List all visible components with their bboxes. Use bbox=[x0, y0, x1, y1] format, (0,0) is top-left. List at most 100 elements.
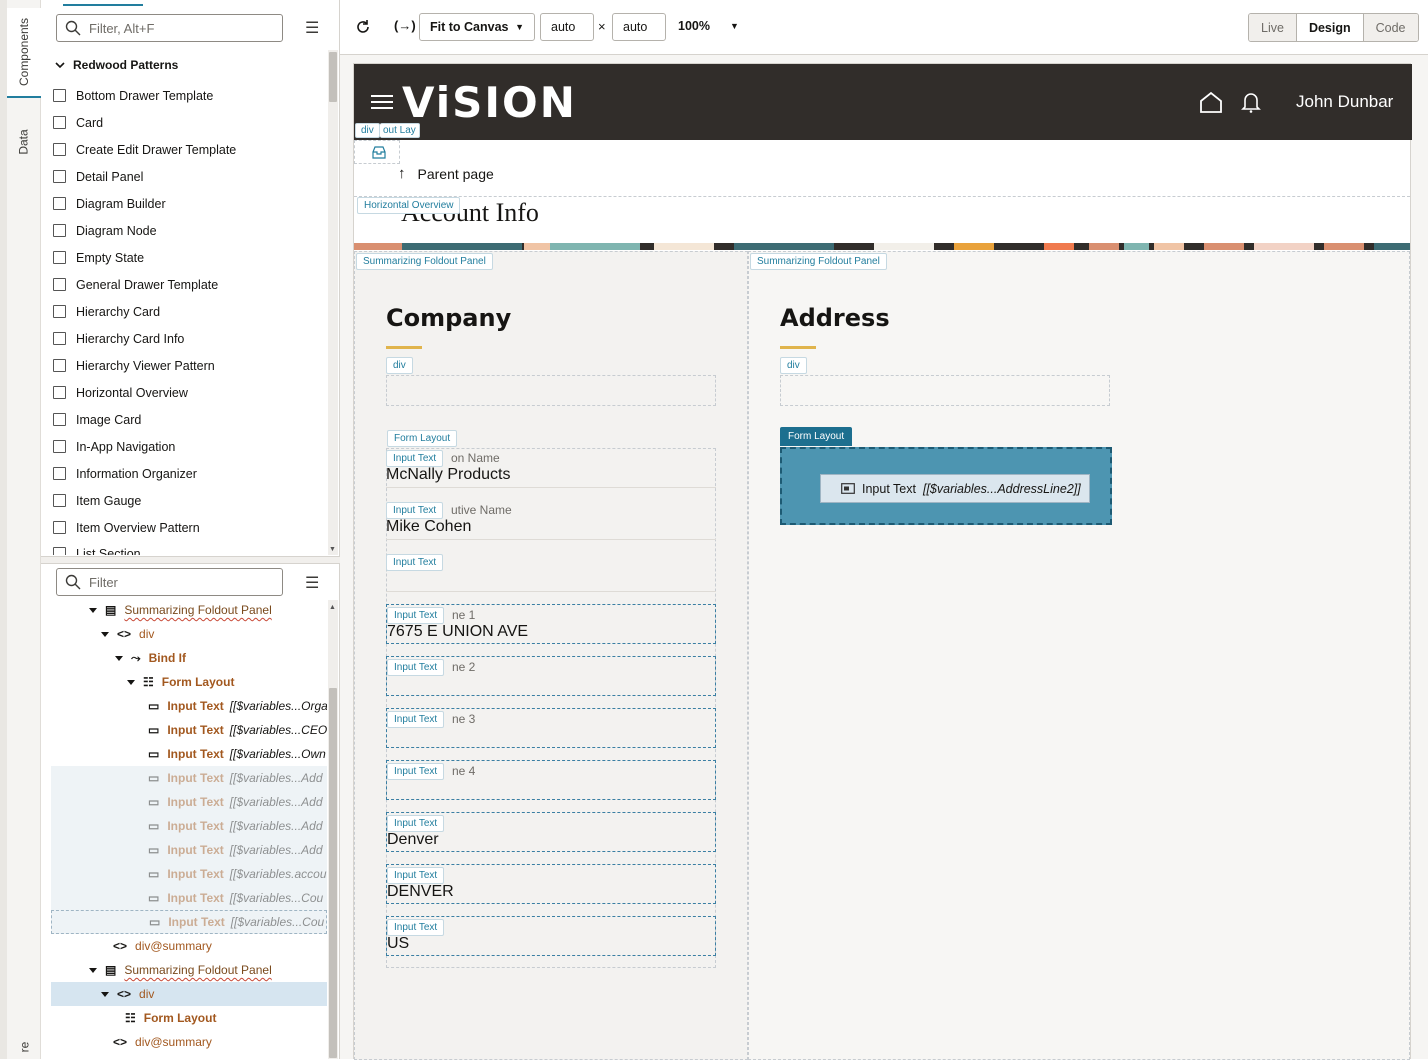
component-item[interactable]: Card bbox=[53, 109, 103, 136]
component-item[interactable]: Diagram Node bbox=[53, 217, 157, 244]
hamburger-menu-icon[interactable]: ☰ bbox=[305, 18, 319, 38]
component-item[interactable]: Create Edit Drawer Template bbox=[53, 136, 236, 163]
structure-scroll-thumb[interactable] bbox=[329, 688, 337, 1058]
mode-code[interactable]: Code bbox=[1363, 14, 1418, 41]
tree-row[interactable]: ▤ Summarizing Foldout Panel bbox=[51, 958, 327, 982]
company-input-text[interactable]: Input Text DENVER bbox=[386, 864, 716, 904]
company-input-text[interactable]: Input Text ne 2 bbox=[386, 656, 716, 696]
input-text-chip[interactable]: Input Text bbox=[387, 711, 445, 728]
tree-row[interactable]: <> div@summary bbox=[51, 1030, 327, 1054]
tree-row[interactable]: ⤳ Bind If bbox=[51, 646, 327, 670]
horizontal-overview-chip[interactable]: Horizontal Overview bbox=[357, 197, 461, 214]
input-text-chip[interactable]: Input Text bbox=[386, 502, 444, 519]
component-item[interactable]: Diagram Builder bbox=[53, 190, 166, 217]
tree-row[interactable]: ▭ Input Text [[$variables...Add bbox=[51, 766, 327, 790]
user-name[interactable]: John Dunbar bbox=[1296, 92, 1393, 112]
tree-row[interactable]: ▭ Input Text [[$variables...Cou bbox=[51, 886, 327, 910]
tree-row[interactable]: ▭ Input Text [[$variables...Add bbox=[51, 814, 327, 838]
company-input-text[interactable]: Input Text utive Name Mike Cohen bbox=[386, 500, 716, 540]
zoom-dropdown[interactable]: 100% ▼ bbox=[678, 19, 739, 33]
address-div-slot[interactable] bbox=[780, 375, 1110, 406]
hamburger-icon[interactable] bbox=[371, 94, 393, 115]
component-filter-input[interactable]: Filter, Alt+F bbox=[56, 14, 283, 42]
company-input-text[interactable]: Input Text bbox=[386, 552, 716, 592]
component-item[interactable]: Hierarchy Card Info bbox=[53, 325, 184, 352]
inbox-slot[interactable] bbox=[354, 140, 400, 164]
input-text-chip[interactable]: Input Text bbox=[387, 607, 445, 624]
structure-scrollbar[interactable]: ▲ bbox=[328, 600, 338, 1059]
address-form-layout-chip[interactable]: Form Layout bbox=[780, 427, 853, 446]
tree-row[interactable]: <> div@summary bbox=[51, 934, 327, 958]
tree-row[interactable]: ▭ Input Text [[$variables...Add bbox=[51, 790, 327, 814]
tree-row[interactable]: ☷ Form Layout bbox=[51, 670, 327, 694]
redwood-patterns-group[interactable]: Redwood Patterns bbox=[55, 58, 178, 72]
chevron-down-icon[interactable] bbox=[115, 655, 123, 661]
component-item[interactable]: Information Organizer bbox=[53, 460, 197, 487]
structure-filter-input[interactable]: Filter bbox=[56, 568, 283, 596]
company-div-slot[interactable] bbox=[386, 375, 716, 406]
refresh-icon[interactable] bbox=[354, 18, 372, 41]
company-div-chip[interactable]: div bbox=[386, 357, 413, 374]
company-form-layout-chip[interactable]: Form Layout bbox=[387, 430, 458, 447]
tab-components[interactable]: Components bbox=[7, 8, 41, 98]
tree-row[interactable]: ▭ Input Text [[$variables...Cou bbox=[51, 910, 327, 934]
tree-row[interactable]: ▭ Input Text [[$variables.accou bbox=[51, 862, 327, 886]
tree-row[interactable]: ▭ Input Text [[$variables...Own bbox=[51, 742, 327, 766]
sfp-chip[interactable]: Summarizing Foldout Panel bbox=[750, 253, 887, 270]
chevron-down-icon[interactable] bbox=[101, 991, 109, 997]
chevron-down-icon[interactable] bbox=[101, 631, 109, 637]
mode-live[interactable]: Live bbox=[1249, 14, 1297, 41]
tree-row[interactable]: ▭ Input Text [[$variables...Orga bbox=[51, 694, 327, 718]
component-item[interactable]: Hierarchy Viewer Pattern bbox=[53, 352, 215, 379]
chevron-down-icon[interactable] bbox=[89, 607, 97, 613]
panel-divider[interactable] bbox=[41, 556, 340, 564]
company-input-text[interactable]: Input Text ne 1 7675 E UNION AVE bbox=[386, 604, 716, 644]
tree-row[interactable]: ▤ Summarizing Foldout Panel bbox=[51, 598, 327, 622]
sfp-chip[interactable]: Summarizing Foldout Panel bbox=[356, 253, 493, 270]
input-text-chip[interactable]: Input Text bbox=[387, 763, 445, 780]
fit-to-canvas-dropdown[interactable]: Fit to Canvas ▼ bbox=[419, 13, 535, 41]
component-item[interactable]: Horizontal Overview bbox=[53, 379, 188, 406]
input-text-chip[interactable]: Input Text bbox=[387, 815, 445, 832]
component-item[interactable]: List Section bbox=[53, 541, 141, 555]
mode-design[interactable]: Design bbox=[1296, 14, 1364, 41]
component-item[interactable]: General Drawer Template bbox=[53, 271, 218, 298]
input-text-chip[interactable]: Input Text bbox=[387, 867, 445, 884]
tree-row[interactable]: ▭ Input Text [[$variables...Add bbox=[51, 838, 327, 862]
canvas-width-input[interactable]: auto bbox=[540, 13, 594, 41]
component-item[interactable]: Bottom Drawer Template bbox=[53, 82, 213, 109]
home-icon[interactable] bbox=[1199, 91, 1223, 118]
input-text-chip[interactable]: Input Text bbox=[387, 659, 445, 676]
address-foldout-panel[interactable]: Summarizing Foldout Panel Address div Fo… bbox=[748, 251, 1410, 1060]
input-text-chip[interactable]: Input Text bbox=[387, 919, 445, 936]
expression-icon[interactable]: (→) bbox=[394, 18, 416, 33]
scroll-down-arrow-icon[interactable]: ▼ bbox=[329, 546, 336, 553]
form-layout-chip-partial[interactable]: out Lay bbox=[380, 123, 420, 138]
parent-page-link[interactable]: ↑ Parent page bbox=[398, 165, 494, 182]
input-text-chip[interactable]: Input Text bbox=[386, 554, 444, 571]
tree-row[interactable]: <> div bbox=[51, 622, 327, 646]
company-input-text[interactable]: Input Text Denver bbox=[386, 812, 716, 852]
tab-bottom[interactable]: re bbox=[7, 1036, 41, 1058]
canvas-height-input[interactable]: auto bbox=[612, 13, 666, 41]
component-item[interactable]: Item Gauge bbox=[53, 487, 141, 514]
div-chip[interactable]: div bbox=[355, 123, 380, 138]
component-item[interactable]: Detail Panel bbox=[53, 163, 143, 190]
input-text-chip[interactable]: Input Text bbox=[386, 450, 444, 467]
dragged-input-text[interactable]: Input Text [[$variables...AddressLine2]] bbox=[820, 474, 1090, 503]
component-item[interactable]: Empty State bbox=[53, 244, 144, 271]
chevron-down-icon[interactable] bbox=[127, 679, 135, 685]
address-div-chip[interactable]: div bbox=[780, 357, 807, 374]
company-input-text[interactable]: Input Text ne 3 bbox=[386, 708, 716, 748]
tree-row[interactable]: <> div bbox=[51, 982, 327, 1006]
company-foldout-panel[interactable]: Summarizing Foldout Panel Company div Fo… bbox=[354, 251, 748, 1060]
component-item[interactable]: Image Card bbox=[53, 406, 141, 433]
tab-data[interactable]: Data bbox=[7, 112, 41, 172]
component-item[interactable]: Hierarchy Card bbox=[53, 298, 160, 325]
structure-menu-icon[interactable]: ☰ bbox=[305, 573, 319, 593]
component-scroll-thumb[interactable] bbox=[329, 52, 337, 102]
company-input-text[interactable]: Input Text on Name McNally Products bbox=[386, 448, 716, 488]
component-item[interactable]: In-App Navigation bbox=[53, 433, 175, 460]
company-input-text[interactable]: Input Text US bbox=[386, 916, 716, 956]
bell-icon[interactable] bbox=[1241, 91, 1261, 118]
